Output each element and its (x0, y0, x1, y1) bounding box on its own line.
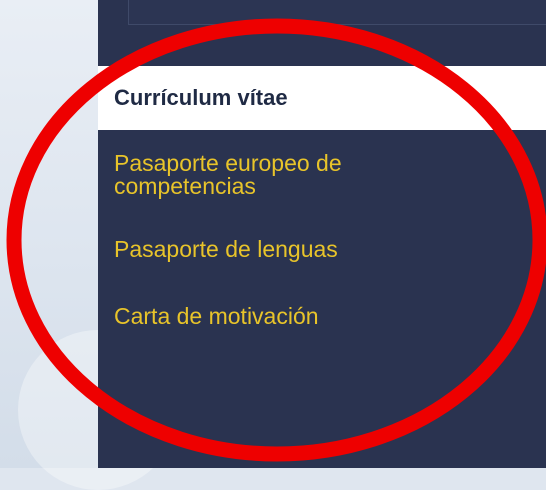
sidebar-item-european-skills-passport[interactable]: Pasaporte europeo de competencias (98, 152, 546, 198)
search-box[interactable] (128, 0, 546, 25)
sidebar-item-label-line2: competencias (114, 173, 256, 199)
sidebar-item-label-line1: Pasaporte europeo de (114, 150, 342, 176)
sidebar-menu: Currículum vítae Pasaporte europeo de co… (98, 66, 546, 328)
sidebar-item-cover-letter[interactable]: Carta de motivación (98, 305, 546, 328)
sidebar-item-language-passport[interactable]: Pasaporte de lenguas (98, 238, 546, 261)
sidebar-nav: Currículum vítae Pasaporte europeo de co… (98, 0, 546, 468)
sidebar-item-curriculum-vitae[interactable]: Currículum vítae (98, 66, 546, 130)
